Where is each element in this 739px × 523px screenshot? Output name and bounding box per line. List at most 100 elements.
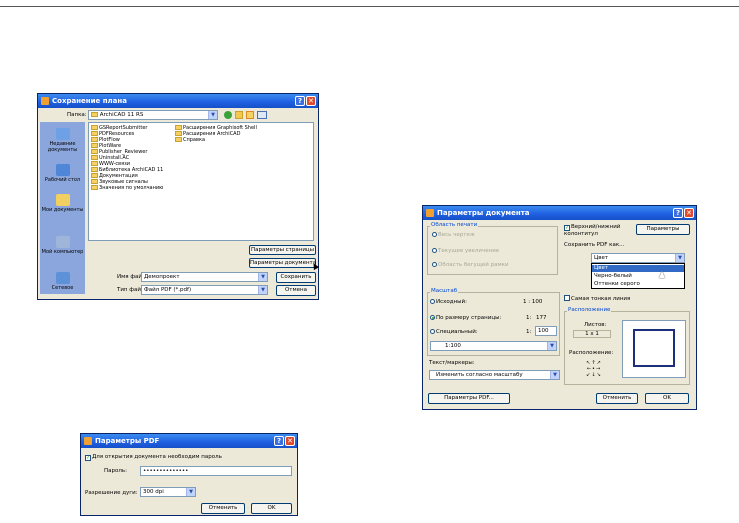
text-markers-select[interactable]: Изменить согласно масштабу ▼: [429, 370, 560, 380]
radio-icon: [432, 232, 437, 237]
app-icon: [426, 209, 434, 217]
option-black-white[interactable]: Черно-белый: [594, 273, 632, 280]
list-item[interactable]: Значения по умолчанию: [91, 185, 163, 191]
view-menu-icon[interactable]: [257, 111, 267, 119]
page-top-rule: [0, 6, 739, 7]
place-recent[interactable]: Недавние документы: [40, 128, 85, 153]
folder-icon: [91, 167, 98, 172]
pdf-dialog-titlebar[interactable]: Параметры PDF ? ✕: [81, 434, 297, 448]
document-settings-button[interactable]: Параметры документа: [249, 258, 316, 268]
custom-scale-input[interactable]: 100: [535, 326, 557, 336]
chevron-down-icon[interactable]: ▼: [547, 342, 556, 350]
network-icon: [55, 272, 70, 284]
help-icon[interactable]: ?: [295, 96, 305, 106]
filetype-select[interactable]: Файл PDF (*.pdf) ▼: [141, 285, 268, 295]
chevron-down-icon[interactable]: ▼: [258, 286, 267, 294]
pdf-params-dialog: Параметры PDF ? ✕ ✓ Для открытия документ…: [80, 433, 298, 516]
pdf-params-button[interactable]: Параметры PDF...: [428, 393, 510, 404]
thinnest-line-checkbox[interactable]: Самая тонкая линия: [564, 295, 630, 302]
header-footer-checkbox[interactable]: ✓ Верхний/нижний колонтитул: [564, 224, 629, 237]
app-icon: [41, 97, 49, 105]
cursor-icon: [659, 271, 665, 278]
doc-dialog-title: Параметры документа: [437, 209, 530, 217]
chevron-down-icon[interactable]: ▼: [550, 371, 559, 379]
place-computer[interactable]: Мой компьютер: [40, 236, 85, 255]
radio-whole-drawing[interactable]: Весь чертеж: [432, 232, 475, 238]
placement-label: Расположение:: [569, 350, 614, 356]
app-icon: [84, 437, 92, 445]
cancel-button[interactable]: Отмена: [276, 285, 316, 296]
up-folder-icon[interactable]: [235, 111, 243, 119]
radio-icon: [430, 329, 435, 334]
option-color[interactable]: Цвет: [592, 265, 684, 272]
password-input[interactable]: ••••••••••••••: [140, 466, 292, 476]
radio-original[interactable]: Исходный:: [430, 299, 467, 305]
recent-icon: [55, 128, 70, 140]
save-dialog-title: Сохранение плана: [52, 97, 127, 105]
list-item[interactable]: Справка: [175, 137, 205, 143]
position-title: Расположение: [567, 307, 612, 313]
fit-scale-value: 177: [536, 315, 547, 321]
close-icon[interactable]: ✕: [306, 96, 316, 106]
back-icon[interactable]: [224, 111, 232, 119]
folder-select[interactable]: ArchiCAD 11 RS ▼: [88, 110, 218, 120]
save-dialog-titlebar[interactable]: Сохранение плана ? ✕: [38, 94, 318, 108]
help-icon[interactable]: ?: [673, 208, 683, 218]
radio-custom[interactable]: Специальный:: [430, 329, 478, 335]
text-markers-label: Текст/маркеры:: [429, 360, 475, 366]
resolution-select[interactable]: 300 dpi ▼: [140, 487, 196, 497]
cancel-button[interactable]: Отменить: [201, 503, 245, 514]
color-mode-select[interactable]: Цвет ▼: [591, 253, 685, 263]
print-area-group: Область печати Весь чертеж Текущее увели…: [427, 222, 558, 275]
chevron-down-icon[interactable]: ▼: [675, 254, 684, 262]
params-button[interactable]: Параметры: [636, 224, 690, 235]
place-documents[interactable]: Мои документы: [40, 194, 85, 213]
close-icon[interactable]: ✕: [684, 208, 694, 218]
radio-icon: [432, 262, 437, 267]
save-dialog: Сохранение плана ? ✕ Папка: ArchiCAD 11 …: [37, 93, 320, 300]
folder-icon: [91, 155, 98, 160]
place-desktop[interactable]: Рабочий стол: [40, 164, 85, 183]
documents-icon: [55, 194, 70, 206]
ok-button[interactable]: OK: [645, 393, 689, 404]
pdf-dialog-title: Параметры PDF: [95, 437, 160, 445]
custom-scale-select[interactable]: 1:100 ▼: [430, 341, 557, 351]
folder-icon: [91, 131, 98, 136]
folder-icon: [91, 185, 98, 190]
radio-fit-page[interactable]: По размеру страницы:: [430, 315, 501, 321]
chevron-down-icon[interactable]: ▼: [208, 111, 217, 119]
placement-arrows-icon[interactable]: ↖↑↗ ←•→ ↙↓↘: [584, 360, 604, 378]
option-grayscale[interactable]: Оттенки серого: [594, 281, 640, 288]
file-list[interactable]: GSReportSubmitter PDFResources PlotFlow …: [88, 122, 314, 241]
chevron-down-icon[interactable]: ▼: [186, 488, 195, 496]
password-required-checkbox[interactable]: ✓ Для открытия документа необходим пароль: [85, 454, 222, 461]
checkbox-checked-icon: ✓: [85, 455, 91, 461]
cursor-icon: [310, 261, 320, 271]
cancel-button[interactable]: Отменить: [596, 393, 638, 404]
place-network[interactable]: Сетевое: [40, 272, 85, 291]
save-button[interactable]: Сохранить: [276, 272, 316, 283]
sheets-label: Листов:: [584, 322, 607, 328]
help-icon[interactable]: ?: [274, 436, 284, 446]
new-folder-icon[interactable]: [246, 111, 254, 119]
page-preview: [622, 320, 686, 378]
folder-icon: [91, 173, 98, 178]
page-preview-sheet: [633, 329, 675, 367]
folder-icon: [175, 125, 182, 130]
close-icon[interactable]: ✕: [285, 436, 295, 446]
folder-icon: [91, 161, 98, 166]
resolution-label: Разрешение дуги:: [85, 490, 138, 496]
ok-button[interactable]: OK: [251, 503, 292, 514]
chevron-down-icon[interactable]: ▼: [258, 273, 267, 281]
fit-prefix: 1:: [526, 315, 532, 321]
doc-dialog-titlebar[interactable]: Параметры документа ? ✕: [423, 206, 696, 220]
radio-marquee-area[interactable]: Область бегущей рамки: [432, 262, 509, 268]
folder-icon: [91, 143, 98, 148]
radio-current-zoom[interactable]: Текущее увеличение: [432, 248, 499, 254]
folder-icon: [175, 131, 182, 136]
radio-icon: [430, 299, 435, 304]
color-mode-dropdown[interactable]: Цвет Черно-белый Оттенки серого: [591, 263, 685, 289]
radio-icon: [432, 248, 437, 253]
page-setup-button[interactable]: Параметры страницы: [249, 245, 316, 255]
filename-input[interactable]: Демопроект ▼: [141, 272, 268, 282]
